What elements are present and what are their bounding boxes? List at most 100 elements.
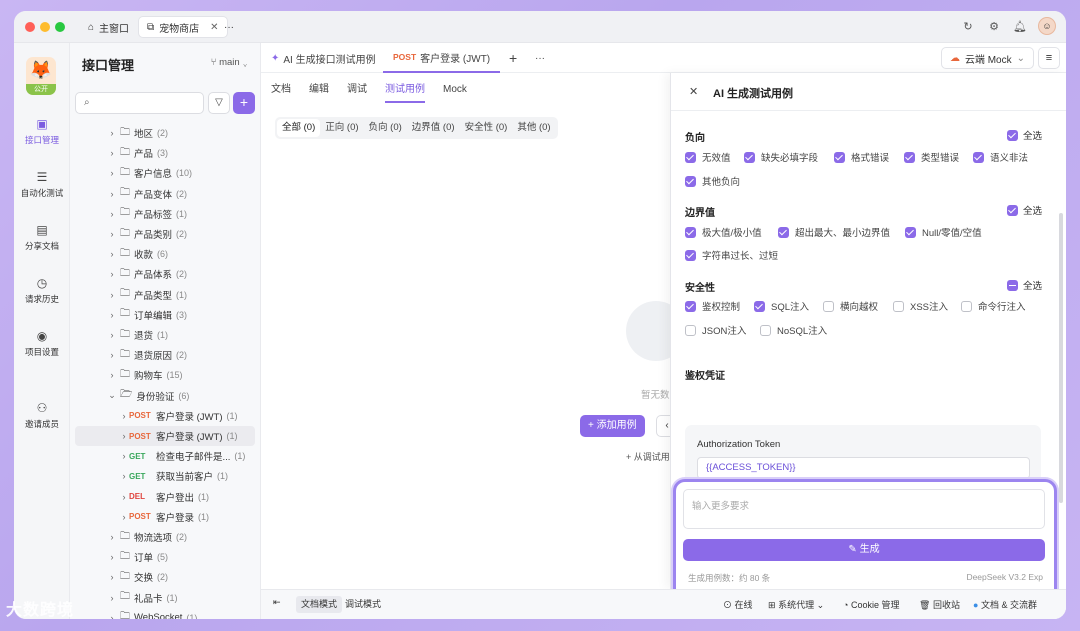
filter-positive[interactable]: 正向 (0) xyxy=(320,119,363,137)
chevron-right-icon[interactable]: › xyxy=(107,532,117,542)
chevron-right-icon[interactable]: › xyxy=(107,330,117,340)
collapse-sidebar-icon[interactable]: ⇤ xyxy=(273,597,281,608)
chevron-right-icon[interactable]: › xyxy=(107,189,117,199)
search-input[interactable]: ⌕ xyxy=(75,92,204,114)
chevron-right-icon[interactable]: › xyxy=(107,572,117,582)
close-icon[interactable]: ✕ xyxy=(689,85,698,98)
folder-item[interactable]: › 🗀︎ 订单编辑 (3) xyxy=(75,305,255,325)
option-string-length[interactable]: 字符串过长、过短 xyxy=(685,248,778,262)
add-case-button[interactable]: + 添加用例 xyxy=(580,415,645,437)
chevron-right-icon[interactable]: › xyxy=(107,269,117,279)
tab-ai-generate[interactable]: ✦ AI 生成接口测试用例 xyxy=(261,43,386,73)
model-name[interactable]: DeepSeek V3.2 Exp xyxy=(966,572,1043,582)
avatar[interactable]: ☺ xyxy=(1038,17,1056,35)
folder-item[interactable]: › 🗀︎ 购物车 (15) xyxy=(75,365,255,385)
menu-button[interactable]: ≡ xyxy=(1038,47,1060,69)
chevron-right-icon[interactable]: › xyxy=(119,451,129,461)
system-proxy[interactable]: ⊞ 系统代理 ⌄ xyxy=(768,598,824,611)
chevron-down-icon[interactable]: ⌄ xyxy=(107,390,117,401)
drawer-scrollbar[interactable] xyxy=(1059,213,1063,503)
option-command-injection[interactable]: 命令行注入 xyxy=(961,299,1026,313)
chevron-right-icon[interactable]: › xyxy=(119,411,129,421)
folder-item[interactable]: › 🗀︎ WebSocket (1) xyxy=(75,608,255,619)
chevron-right-icon[interactable]: › xyxy=(107,249,117,259)
chevron-right-icon[interactable]: › xyxy=(107,148,117,158)
filter-all[interactable]: 全部 (0) xyxy=(277,119,321,137)
more-tabs-button[interactable]: ··· xyxy=(216,16,242,38)
add-api-button[interactable]: + xyxy=(233,92,255,114)
online-status[interactable]: ⊙ 在线 xyxy=(723,598,753,611)
close-window-button[interactable] xyxy=(25,22,35,32)
project-avatar[interactable]: 🦊 公开 xyxy=(26,57,56,95)
option-out-of-bounds[interactable]: 超出最大、最小边界值 xyxy=(778,225,890,239)
tab-debug[interactable]: 调试 xyxy=(347,77,367,103)
generate-button[interactable]: ✎ 生成 xyxy=(683,539,1045,561)
filter-button[interactable]: ▽ xyxy=(208,92,230,114)
folder-item[interactable]: ⌄ 🗁︎ 身份验证 (6) xyxy=(75,386,255,406)
folder-item[interactable]: › 🗀︎ 地区 (2) xyxy=(75,123,255,143)
tab-mock[interactable]: Mock xyxy=(443,77,467,103)
new-tab-button[interactable]: + xyxy=(499,43,527,73)
mock-env-selector[interactable]: ☁ 云端 Mock ⌄ xyxy=(940,47,1034,69)
branch-selector[interactable]: ⑂ main ⌄ xyxy=(211,57,248,68)
tab-docs[interactable]: 文档 xyxy=(271,77,291,103)
option-semantic-invalid[interactable]: 语义非法 xyxy=(973,150,1028,164)
folder-item[interactable]: › 🗀︎ 退货 (1) xyxy=(75,325,255,345)
folder-item[interactable]: › 🗀︎ 交换 (2) xyxy=(75,567,255,587)
minimize-window-button[interactable] xyxy=(40,22,50,32)
chevron-right-icon[interactable]: › xyxy=(119,492,129,502)
auth-token-input[interactable]: {{ACCESS_TOKEN}} xyxy=(697,457,1030,479)
doc-mode-toggle[interactable]: 文档模式 xyxy=(296,596,343,613)
chevron-right-icon[interactable]: › xyxy=(107,168,117,178)
folder-item[interactable]: › 🗀︎ 收款 (6) xyxy=(75,244,255,264)
folder-item[interactable]: › 🗀︎ 客户信息 (10) xyxy=(75,163,255,183)
api-item[interactable]: › POST 客户登录 (JWT) (1) xyxy=(75,406,255,426)
option-format-error[interactable]: 格式错误 xyxy=(834,150,889,164)
option-invalid-value[interactable]: 无效值 xyxy=(685,150,731,164)
chevron-right-icon[interactable]: › xyxy=(119,431,129,441)
folder-item[interactable]: › 🗀︎ 产品体系 (2) xyxy=(75,264,255,284)
debug-mode-toggle[interactable]: 调试模式 xyxy=(340,596,386,613)
folder-item[interactable]: › 🗀︎ 物流选项 (2) xyxy=(75,527,255,547)
maximize-window-button[interactable] xyxy=(55,22,65,32)
api-item[interactable]: › POST 客户登录 (JWT) (1) xyxy=(75,426,255,446)
option-extreme-values[interactable]: 极大值/极小值 xyxy=(685,225,762,239)
chevron-right-icon[interactable]: › xyxy=(107,552,117,562)
folder-item[interactable]: › 🗀︎ 产品类型 (1) xyxy=(75,285,255,305)
rail-automation-test[interactable]: ☰ 自动化测试 xyxy=(14,170,70,199)
api-item[interactable]: › DEL 客户登出 (1) xyxy=(75,487,255,507)
rail-share-docs[interactable]: ▤ 分享文档 xyxy=(14,223,70,252)
folder-item[interactable]: › 🗀︎ 产品类别 (2) xyxy=(75,224,255,244)
chevron-right-icon[interactable]: › xyxy=(119,512,129,522)
option-nosql-injection[interactable]: NoSQL注入 xyxy=(760,323,827,337)
api-item[interactable]: › POST 客户登录 (1) xyxy=(75,507,255,527)
gear-icon[interactable]: ⚙ xyxy=(986,18,1002,34)
filter-boundary[interactable]: 边界值 (0) xyxy=(407,119,460,137)
chevron-right-icon[interactable]: › xyxy=(119,471,129,481)
option-json-injection[interactable]: JSON注入 xyxy=(685,323,746,337)
from-debug-link[interactable]: + 从调试用 xyxy=(626,450,670,463)
rail-invite-members[interactable]: ⚇ 邀请成员 xyxy=(14,401,70,430)
folder-item[interactable]: › 🗀︎ 退货原因 (2) xyxy=(75,345,255,365)
filter-negative[interactable]: 负向 (0) xyxy=(364,119,407,137)
select-all-security[interactable]: 全选 xyxy=(1006,278,1042,292)
tab-test-cases[interactable]: 测试用例 xyxy=(385,77,425,103)
folder-item[interactable]: › 🗀︎ 产品变体 (2) xyxy=(75,184,255,204)
folder-item[interactable]: › 🗀︎ 订单 (5) xyxy=(75,547,255,567)
option-null-empty[interactable]: Null/零值/空值 xyxy=(905,225,982,239)
select-all-negative[interactable]: 全选 xyxy=(1006,128,1042,142)
folder-item[interactable]: › 🗀︎ 礼品卡 (1) xyxy=(75,588,255,608)
rail-request-history[interactable]: ◷ 请求历史 xyxy=(14,276,70,305)
tab-main-window[interactable]: ⌂ 主窗口 xyxy=(80,16,137,38)
option-horizontal-privilege[interactable]: 横向越权 xyxy=(823,299,878,313)
folder-item[interactable]: › 🗀︎ 产品 (3) xyxy=(75,143,255,163)
refresh-icon[interactable]: ↻ xyxy=(960,18,976,34)
select-all-boundary[interactable]: 全选 xyxy=(1006,203,1042,217)
tabs-more-button[interactable]: ··· xyxy=(525,43,555,73)
cookie-manager[interactable]: ◔ Cookie 管理 xyxy=(843,598,899,611)
rail-project-settings[interactable]: ◉ 项目设置 xyxy=(14,329,70,358)
chevron-right-icon[interactable]: › xyxy=(107,350,117,360)
option-sql-injection[interactable]: SQL注入 xyxy=(754,299,809,313)
folder-item[interactable]: › 🗀︎ 产品标签 (1) xyxy=(75,204,255,224)
option-xss-injection[interactable]: XSS注入 xyxy=(893,299,948,313)
